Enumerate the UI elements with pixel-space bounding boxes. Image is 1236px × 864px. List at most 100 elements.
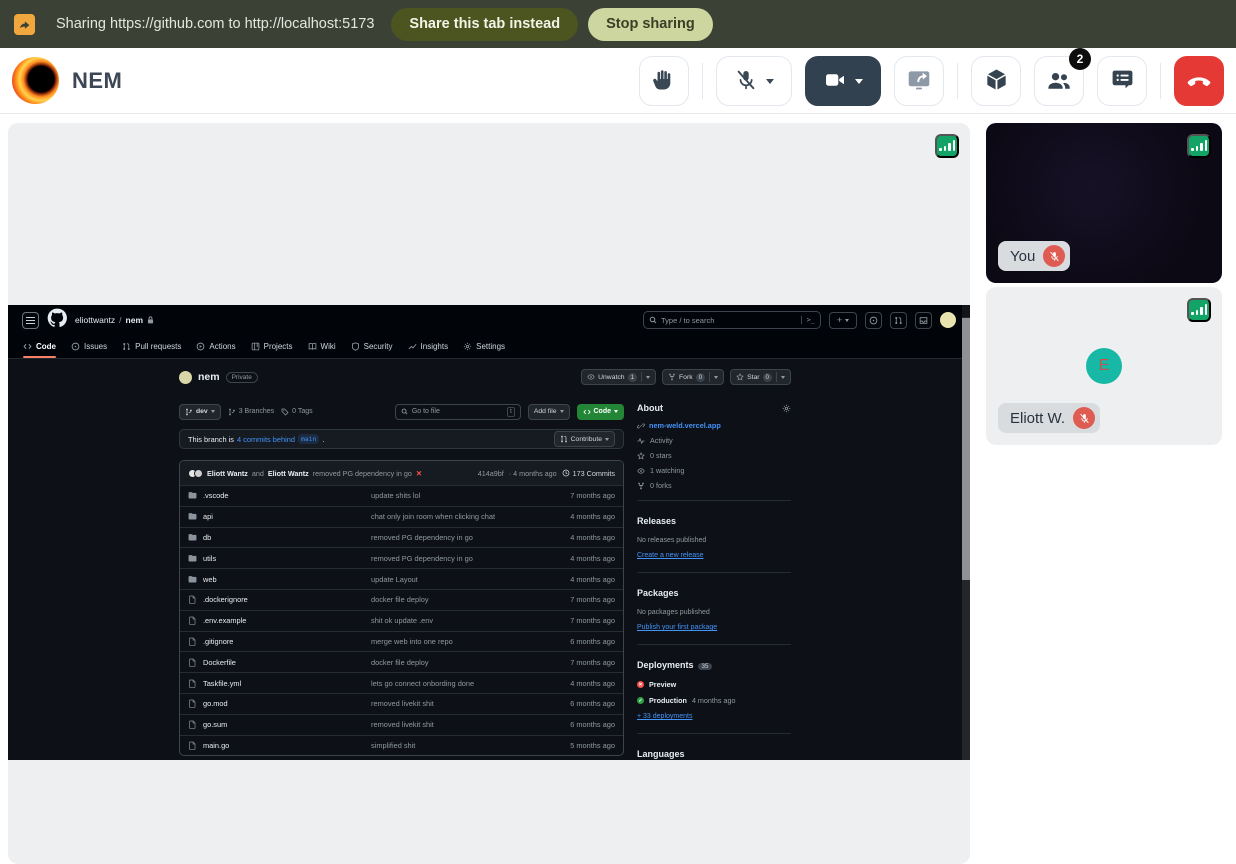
file-name: Taskfile.yml [203, 679, 371, 688]
participant-tile-eliott[interactable]: E Eliott W. [986, 287, 1222, 445]
file-name: web [203, 575, 371, 584]
eye-icon [587, 373, 595, 381]
commit-message: lets go connect onbording done [371, 679, 553, 688]
all-deployments-link: + 33 deployments [637, 713, 692, 720]
tab-pull-requests: Pull requests [122, 334, 181, 358]
repo-avatar [179, 371, 192, 384]
unwatch-button: Unwatch 1 [581, 369, 656, 385]
lock-icon [147, 316, 154, 324]
file-name: db [203, 533, 371, 542]
app-header: NEM [0, 48, 1236, 114]
repo-forks: 0 forks [637, 481, 791, 490]
deployments-count-badge: 35 [698, 663, 713, 670]
file-name: .dockerignore [203, 595, 371, 604]
folder-icon [188, 554, 197, 563]
tab-code: Code [23, 334, 56, 358]
search-icon [401, 408, 408, 415]
divider [1160, 63, 1161, 99]
file-icon [188, 658, 197, 667]
file-row: webupdate Layout4 months ago [180, 568, 623, 589]
folder-icon [188, 491, 197, 500]
shared-screen-tile[interactable]: eliottwantz / nem Type / to search >_ + [8, 123, 970, 864]
hang-up-button[interactable] [1174, 56, 1224, 106]
mic-off-icon [734, 68, 758, 95]
share-this-tab-button[interactable]: Share this tab instead [391, 8, 578, 41]
repo-tab-nav: Code Issues Pull requests Actions Projec… [8, 335, 970, 359]
mic-muted-icon [1043, 245, 1065, 267]
fork-button: Fork 0 [662, 369, 724, 385]
connection-stats-button[interactable] [1187, 134, 1211, 158]
file-icon [188, 679, 197, 688]
chat-list-icon [1110, 67, 1135, 95]
github-header: eliottwantz / nem Type / to search >_ + [8, 305, 970, 335]
phone-hangup-icon [1186, 67, 1212, 96]
connection-stats-button[interactable] [935, 134, 959, 158]
participant-tile-you[interactable]: You [986, 123, 1222, 283]
tag-icon [281, 408, 289, 416]
divider [702, 63, 703, 99]
code-download-button: Code [577, 404, 625, 420]
screen-share-button[interactable] [894, 56, 944, 106]
projects-icon [251, 342, 260, 351]
commit-message: removed PG dependency in go [371, 554, 553, 563]
deployment-production: ✓ Production 4 months ago [637, 696, 791, 705]
github-body: nem Private Unwatch 1 Fork 0 [8, 359, 962, 760]
wiki-icon [308, 342, 317, 351]
deployment-preview: ✕ Preview [637, 680, 791, 689]
folder-icon [188, 512, 197, 521]
branch-icon [185, 408, 193, 416]
commit-message: chat only join room when clicking chat [371, 512, 553, 521]
people-icon [1046, 67, 1072, 96]
camera-options-caret-icon[interactable] [855, 79, 863, 84]
raise-hand-button[interactable] [639, 56, 689, 106]
publish-package-link: Publish your first package [637, 624, 717, 631]
repo-name: nem [198, 371, 220, 383]
commit-history: 173 Commits [562, 469, 615, 478]
commit-message: merge web into one repo [371, 637, 553, 646]
file-icon [188, 637, 197, 646]
tab-insights: Insights [408, 334, 449, 358]
graph-icon [408, 342, 417, 351]
contribute-icon [560, 435, 568, 443]
contribute-button: Contribute [554, 431, 615, 447]
repo-title-row: nem Private Unwatch 1 Fork 0 [179, 367, 791, 387]
participant-label: Eliott W. [998, 403, 1100, 433]
eye-icon [637, 467, 645, 475]
star-icon [736, 373, 744, 381]
visibility-badge: Private [226, 372, 258, 383]
participants-count-badge: 2 [1069, 48, 1091, 70]
stop-sharing-button[interactable]: Stop sharing [588, 8, 713, 41]
base-branch-chip: main [298, 434, 319, 444]
file-name: go.sum [203, 720, 371, 729]
screen-sharing-icon [14, 14, 35, 35]
code-icon [583, 408, 591, 416]
file-name: .env.example [203, 616, 371, 625]
camera-on-button[interactable] [805, 56, 881, 106]
shield-icon [351, 342, 360, 351]
commit-age: 6 months ago [553, 720, 615, 729]
star-icon [637, 452, 645, 460]
microphone-muted-button[interactable] [716, 56, 792, 106]
commit-message: simplified shit [371, 741, 553, 750]
connection-stats-button[interactable] [1187, 298, 1211, 322]
file-icon [188, 720, 197, 729]
commit-message: docker file deploy [371, 658, 553, 667]
branches-count: 3 Branches [228, 408, 274, 416]
commit-age: 7 months ago [553, 658, 615, 667]
screen-share-icon [906, 67, 932, 96]
file-icon [188, 616, 197, 625]
file-table-rows: .vscodeupdate shits lol7 months agoapich… [180, 485, 623, 755]
file-name: .gitignore [203, 637, 371, 646]
gear-icon [782, 404, 791, 413]
chat-button[interactable] [1097, 56, 1147, 106]
commit-sha: 414a9bf [478, 469, 504, 478]
3d-view-button[interactable] [971, 56, 1021, 106]
pull-request-icon [122, 342, 131, 351]
divider [957, 63, 958, 99]
branch-behind-banner: This branch is 4 commits behind main . C… [179, 429, 624, 449]
file-row: go.modremoved livekit shit6 months ago [180, 693, 623, 714]
mic-options-caret-icon[interactable] [766, 79, 774, 84]
star-button: Star 0 [730, 369, 791, 385]
signal-bars-icon [939, 140, 955, 151]
tab-projects: Projects [251, 334, 293, 358]
